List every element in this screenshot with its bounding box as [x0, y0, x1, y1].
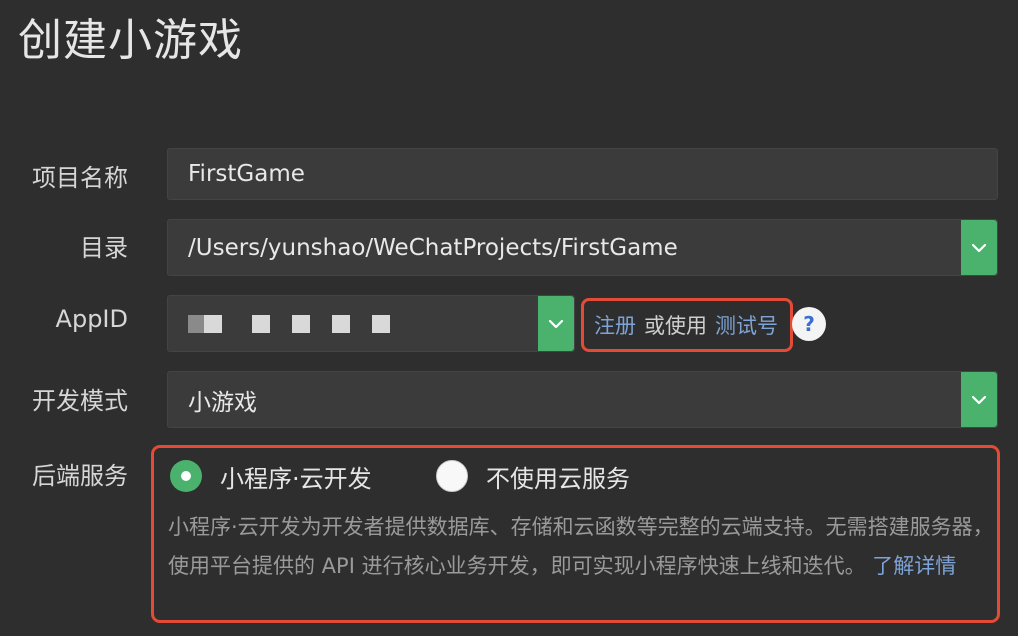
directory-select[interactable]: /Users/yunshao/WeChatProjects/FirstGame — [167, 219, 998, 276]
chevron-down-icon — [971, 243, 987, 252]
appid-links-highlight: 注册 或使用 测试号 — [581, 298, 793, 352]
create-minigame-dialog: 创建小游戏 项目名称 FirstGame 目录 /Users/yunshao/W… — [0, 0, 1018, 636]
radio-no-cloud-label[interactable]: 不使用云服务 — [486, 459, 630, 494]
chevron-down-icon — [971, 395, 987, 404]
backend-options-highlight: 小程序·云开发 不使用云服务 小程序·云开发为开发者提供数据库、存储和云函数等完… — [151, 445, 1000, 623]
question-mark-icon[interactable]: ? — [792, 307, 826, 341]
learn-more-link[interactable]: 了解详情 — [872, 554, 956, 578]
test-account-link[interactable]: 测试号 — [715, 310, 778, 340]
appid-select[interactable] — [167, 295, 575, 352]
project-name-value: FirstGame — [188, 161, 305, 187]
dev-mode-value: 小游戏 — [188, 389, 257, 416]
appid-label: AppID — [55, 305, 128, 333]
dev-mode-label: 开发模式 — [32, 387, 128, 415]
or-use-text: 或使用 — [644, 314, 707, 338]
directory-dropdown-button[interactable] — [961, 220, 997, 275]
backend-description: 小程序·云开发为开发者提供数据库、存储和云函数等完整的云端支持。无需搭建服务器，… — [168, 508, 994, 586]
appid-dropdown-button[interactable] — [538, 296, 574, 351]
dev-mode-dropdown-button[interactable] — [961, 372, 997, 427]
appid-masked-value — [188, 314, 412, 333]
page-title: 创建小游戏 — [18, 15, 243, 66]
directory-value: /Users/yunshao/WeChatProjects/FirstGame — [188, 234, 678, 261]
dev-mode-select[interactable]: 小游戏 — [167, 371, 998, 428]
project-name-label: 项目名称 — [32, 164, 128, 192]
project-name-input[interactable]: FirstGame — [167, 148, 998, 200]
register-link[interactable]: 注册 — [594, 310, 636, 340]
backend-label: 后端服务 — [32, 462, 128, 490]
chevron-down-icon — [548, 319, 564, 328]
radio-cloud-dev-label[interactable]: 小程序·云开发 — [220, 459, 372, 494]
directory-label: 目录 — [80, 234, 128, 262]
radio-cloud-dev[interactable] — [170, 460, 202, 492]
radio-no-cloud[interactable] — [436, 460, 468, 492]
backend-description-text: 小程序·云开发为开发者提供数据库、存储和云函数等完整的云端支持。无需搭建服务器，… — [168, 515, 994, 578]
